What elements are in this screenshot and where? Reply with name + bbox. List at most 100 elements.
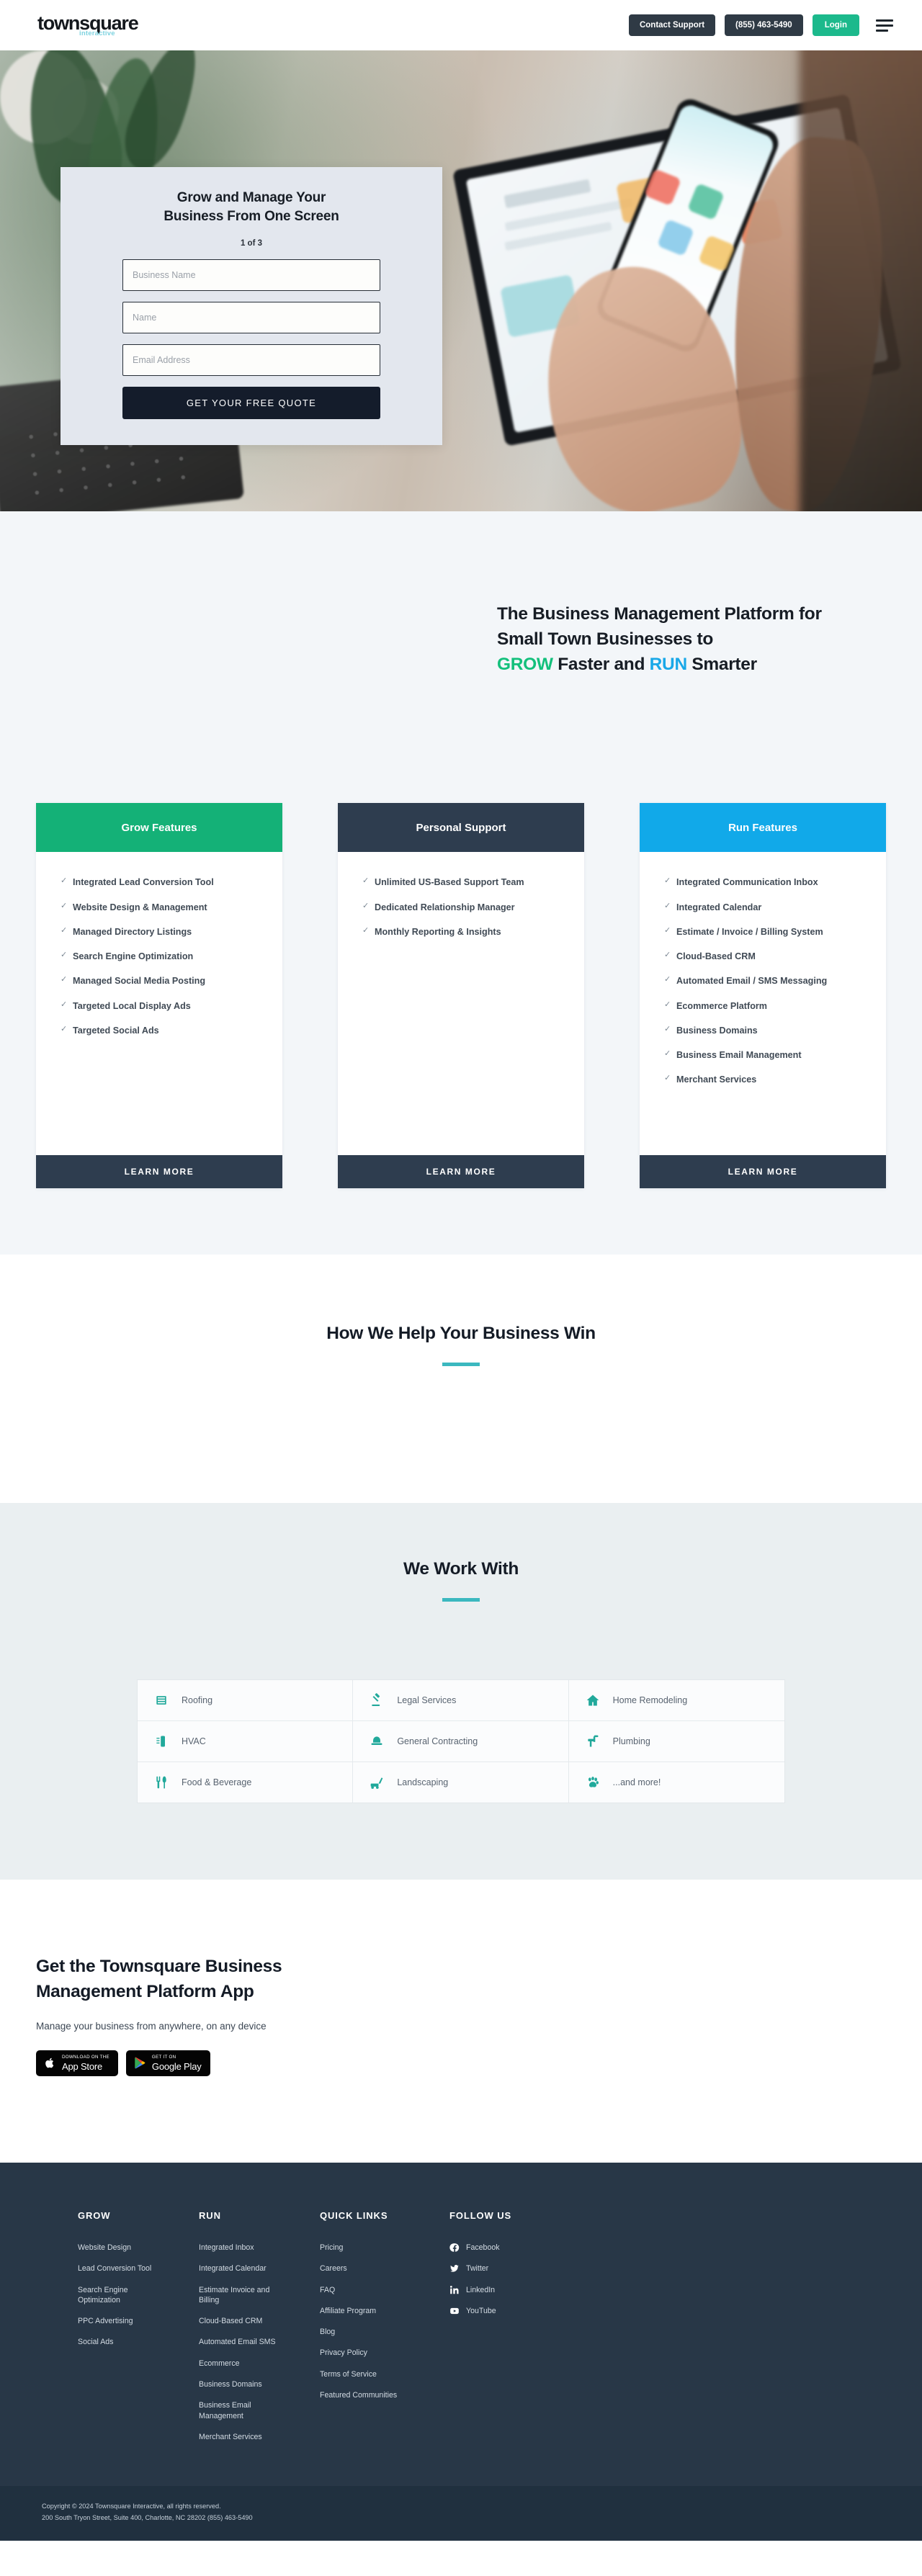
feature-card-grow-learn-more[interactable]: LEARN MORE [36, 1155, 282, 1189]
footer-link[interactable]: Careers [320, 2263, 399, 2274]
roofing-icon [153, 1692, 169, 1708]
footer-link[interactable]: Estimate Invoice and Billing [199, 2285, 278, 2306]
house-icon [585, 1692, 601, 1708]
industry-label: Plumbing [612, 1736, 650, 1747]
paw-icon [585, 1774, 601, 1790]
industry-cell[interactable]: Plumbing [568, 1721, 784, 1763]
industry-cell[interactable]: HVAC [138, 1721, 354, 1763]
copyright-line-2: 200 South Tryon Street, Suite 400, Charl… [42, 2514, 253, 2522]
footer-link[interactable]: Merchant Services [199, 2432, 278, 2442]
login-button[interactable]: Login [812, 14, 859, 36]
feature-card-support-body: Unlimited US-Based Support Team Dedicate… [338, 852, 584, 1155]
industry-cell[interactable]: Home Remodeling [568, 1680, 784, 1722]
industry-cell[interactable]: Landscaping [353, 1762, 569, 1803]
feature-item: Estimate / Invoice / Billing System [664, 925, 864, 938]
footer-link[interactable]: Featured Communities [320, 2390, 399, 2400]
feature-item: Business Email Management [664, 1049, 864, 1062]
business-name-input[interactable] [122, 259, 380, 292]
contact-support-button[interactable]: Contact Support [628, 14, 716, 36]
hero-section: Grow and Manage Your Business From One S… [0, 50, 922, 511]
app-store-big-label: App Store [62, 2060, 103, 2072]
social-link-twitter[interactable]: Twitter [449, 2263, 529, 2274]
footer-link[interactable]: FAQ [320, 2285, 399, 2295]
footer-link[interactable]: Search Engine Optimization [78, 2285, 157, 2306]
footer-link[interactable]: Blog [320, 2327, 399, 2337]
footer-link[interactable]: Lead Conversion Tool [78, 2263, 157, 2274]
footer-copyright-bar: Copyright © 2024 Townsquare Interactive,… [0, 2486, 922, 2541]
feature-card-grow-title: Grow Features [36, 803, 282, 853]
footer-link[interactable]: Integrated Inbox [199, 2243, 278, 2253]
footer-column-title: GROW [78, 2209, 111, 2221]
footer-column-quick-links: QUICK LINKS Pricing Careers FAQ Affiliat… [320, 2210, 449, 2453]
google-play-button[interactable]: GET IT ON Google Play [125, 2050, 210, 2076]
hvac-icon [153, 1733, 169, 1749]
social-link-linkedin[interactable]: LinkedIn [449, 2285, 529, 2295]
footer-column-run: RUN Integrated Inbox Integrated Calendar… [199, 2210, 320, 2453]
feature-card-support-title: Personal Support [338, 803, 584, 853]
how-we-help-section: How We Help Your Business Win [0, 1255, 922, 1504]
industry-cell[interactable]: Food & Beverage [138, 1762, 354, 1803]
hardhat-icon [369, 1733, 385, 1749]
social-label: Facebook [466, 2243, 500, 2252]
footer-link[interactable]: Privacy Policy [320, 2348, 399, 2358]
site-header: townsquare interactive Contact Support (… [0, 0, 922, 50]
footer-column-grow: GROW Website Design Lead Conversion Tool… [78, 2210, 199, 2453]
site-footer: GROW Website Design Lead Conversion Tool… [0, 2162, 922, 2541]
footer-link[interactable]: Social Ads [78, 2337, 157, 2347]
footer-link[interactable]: PPC Advertising [78, 2316, 157, 2326]
social-label: Twitter [466, 2264, 489, 2274]
feature-item: Monthly Reporting & Insights [362, 925, 563, 938]
footer-link[interactable]: Integrated Calendar [199, 2263, 278, 2274]
logo[interactable]: townsquare interactive [37, 13, 139, 37]
feature-card-run-learn-more[interactable]: LEARN MORE [640, 1155, 886, 1189]
social-label: YouTube [466, 2306, 496, 2315]
email-input[interactable] [122, 344, 380, 377]
quote-form-card: Grow and Manage Your Business From One S… [61, 167, 442, 446]
youtube-icon [449, 2306, 460, 2316]
app-download-section: Get the Townsquare Business Management P… [0, 1880, 922, 2163]
feature-card-run: Run Features Integrated Communication In… [640, 803, 886, 1189]
industry-cell[interactable]: ...and more! [569, 1762, 784, 1803]
google-play-icon [133, 2055, 147, 2070]
feature-card-grow-body: Integrated Lead Conversion Tool Website … [36, 852, 282, 1155]
utensils-icon [153, 1774, 169, 1790]
feature-card-grow: Grow Features Integrated Lead Conversion… [36, 803, 282, 1189]
industry-label: Landscaping [397, 1777, 449, 1788]
we-work-with-section: We Work With Roofing Legal Services Home… [0, 1503, 922, 1880]
footer-link[interactable]: Cloud-Based CRM [199, 2316, 278, 2326]
feature-item: Integrated Lead Conversion Tool [61, 876, 261, 889]
footer-link[interactable]: Business Domains [199, 2379, 278, 2389]
industry-cell[interactable]: Roofing [138, 1680, 354, 1722]
form-step-indicator: 1 of 3 [240, 239, 263, 248]
phone-button[interactable]: (855) 463-5490 [725, 14, 803, 36]
feature-item: Website Design & Management [61, 901, 261, 914]
footer-link[interactable]: Pricing [320, 2243, 399, 2253]
hamburger-menu-icon[interactable] [876, 18, 895, 32]
hero-title: Grow and Manage Your Business From One S… [122, 189, 380, 226]
industry-label: Home Remodeling [612, 1695, 688, 1706]
footer-link[interactable]: Affiliate Program [320, 2306, 399, 2316]
footer-link[interactable]: Ecommerce [199, 2359, 278, 2369]
industry-label: HVAC [182, 1736, 206, 1747]
industry-cell[interactable]: Legal Services [353, 1680, 569, 1722]
google-play-big-label: Google Play [151, 2060, 202, 2072]
industry-cell[interactable]: General Contracting [353, 1721, 569, 1763]
platform-video-placeholder[interactable] [36, 592, 497, 677]
twitter-icon [449, 2263, 460, 2274]
social-link-facebook[interactable]: Facebook [449, 2243, 529, 2253]
feature-card-personal-support: Personal Support Unlimited US-Based Supp… [338, 803, 584, 1189]
footer-link[interactable]: Business Email Management [199, 2400, 278, 2421]
footer-link[interactable]: Terms of Service [320, 2369, 399, 2379]
feature-item: Targeted Social Ads [61, 1024, 261, 1037]
name-input[interactable] [122, 302, 380, 334]
footer-link[interactable]: Website Design [78, 2243, 157, 2253]
footer-link[interactable]: Automated Email SMS [199, 2337, 278, 2347]
linkedin-icon [449, 2285, 460, 2295]
feature-card-support-learn-more[interactable]: LEARN MORE [338, 1155, 584, 1189]
social-link-youtube[interactable]: YouTube [449, 2306, 529, 2316]
get-free-quote-button[interactable]: GET YOUR FREE QUOTE [122, 387, 380, 420]
feature-item: Merchant Services [664, 1073, 864, 1086]
platform-heading-line1: The Business Management Platform for [497, 604, 822, 624]
app-store-button[interactable]: Download on the App Store [36, 2050, 118, 2076]
industry-label: Roofing [182, 1695, 213, 1706]
